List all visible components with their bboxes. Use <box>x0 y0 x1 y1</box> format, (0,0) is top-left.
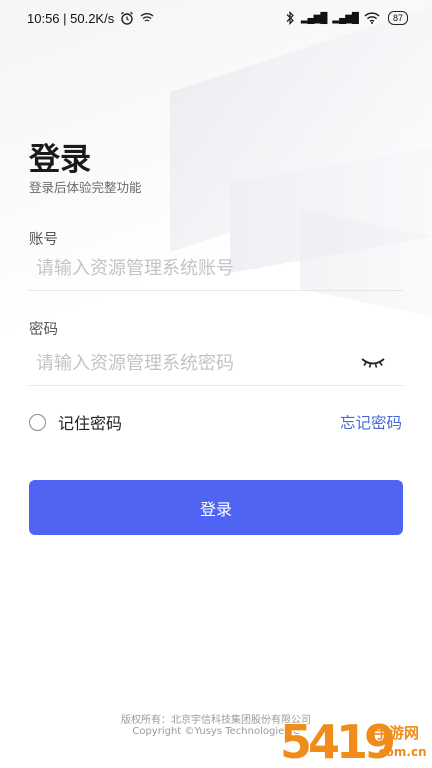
password-label: 密码 <box>29 322 58 338</box>
password-visibility-toggle-icon[interactable] <box>359 352 387 372</box>
battery-icon: 87 <box>387 11 408 25</box>
bluetooth-icon <box>286 11 294 25</box>
password-input[interactable] <box>29 342 403 386</box>
forgot-password-link[interactable]: 忘记密码 <box>340 411 402 433</box>
wifi-icon <box>364 12 380 24</box>
svg-text:手游网: 手游网 <box>374 724 419 742</box>
account-label: 账号 <box>29 232 58 248</box>
signal-icon: ▂▄▆█ <box>300 12 328 24</box>
page-subtitle: 登录后体验完整功能 <box>29 180 142 195</box>
site-watermark-logo: 5419 手游网 .com.cn <box>279 714 426 764</box>
account-input[interactable] <box>29 247 403 291</box>
status-bar: 10:56 | 50.2K/s ▂▄▆█ ▂▄▆█ 87 <box>0 0 432 36</box>
login-button[interactable]: 登录 <box>29 480 403 535</box>
remember-password-toggle[interactable]: 记住密码 <box>29 410 122 434</box>
alarm-icon <box>121 11 134 25</box>
svg-text:.com.cn: .com.cn <box>374 745 426 759</box>
remember-password-label: 记住密码 <box>58 414 123 433</box>
page-title: 登录 <box>29 142 91 178</box>
remember-radio[interactable] <box>29 413 46 431</box>
status-time-speed: 10:56 | 50.2K/s <box>27 10 115 26</box>
signal-icon: ▂▄▆█ <box>332 12 359 24</box>
wifi-hotspot-icon <box>140 13 154 22</box>
